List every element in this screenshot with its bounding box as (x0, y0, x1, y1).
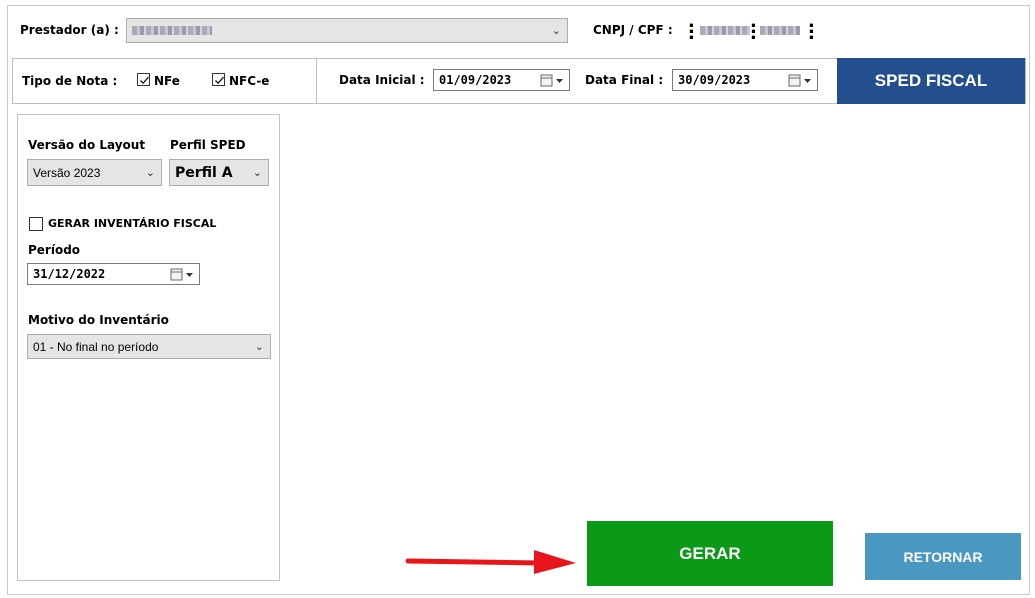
versao-select[interactable]: Versão 2023 ⌄ (27, 159, 162, 186)
periodo-picker[interactable]: 31/12/2022 (27, 263, 200, 285)
prestador-value-redacted (132, 24, 212, 38)
perfil-label: Perfil SPED (170, 138, 246, 152)
chevron-down-icon: ⌄ (254, 339, 264, 353)
data-inicial-picker[interactable]: 01/09/2023 (433, 69, 570, 91)
filter-divider (316, 58, 317, 104)
cnpj-value-redacted: ... ... ... (688, 11, 815, 44)
tipo-nota-label: Tipo de Nota : (22, 74, 118, 88)
inventario-checkbox[interactable] (29, 217, 43, 231)
data-final-picker[interactable]: 30/09/2023 (672, 69, 818, 91)
chevron-down-icon: ⌄ (551, 23, 561, 37)
nfe-checkbox[interactable] (137, 73, 150, 86)
chevron-down-icon: ⌄ (252, 165, 262, 179)
perfil-value: Perfil A (175, 164, 233, 181)
nfce-checkbox[interactable] (212, 73, 225, 86)
calendar-dropdown-icon[interactable] (540, 74, 566, 87)
inventario-label: GERAR INVENTÁRIO FISCAL (48, 217, 217, 230)
calendar-dropdown-icon[interactable] (788, 74, 814, 87)
red-arrow-annotation (405, 550, 576, 574)
sped-fiscal-title: SPED FISCAL (837, 58, 1025, 104)
gerar-button[interactable]: GERAR (587, 521, 833, 586)
motivo-value: 01 - No final no período (33, 339, 159, 354)
prestador-select[interactable]: ⌄ (126, 18, 568, 43)
data-final-label: Data Final : (585, 73, 664, 87)
chevron-down-icon: ⌄ (145, 165, 155, 179)
motivo-select[interactable]: 01 - No final no período ⌄ (27, 334, 271, 359)
periodo-label: Período (28, 243, 81, 257)
data-final-value: 30/09/2023 (678, 73, 751, 87)
perfil-select[interactable]: Perfil A ⌄ (169, 159, 269, 186)
periodo-value: 31/12/2022 (33, 267, 106, 281)
prestador-label: Prestador (a) : (20, 23, 119, 37)
versao-label: Versão do Layout (28, 138, 146, 152)
retornar-button[interactable]: RETORNAR (865, 533, 1021, 580)
calendar-dropdown-icon[interactable] (170, 268, 196, 281)
versao-value: Versão 2023 (33, 165, 101, 180)
nfe-label: NFe (154, 74, 180, 88)
data-inicial-label: Data Inicial : (339, 73, 425, 87)
nfce-label: NFC-e (229, 74, 270, 88)
data-inicial-value: 01/09/2023 (439, 73, 512, 87)
motivo-label: Motivo do Inventário (28, 313, 169, 327)
cnpj-label: CNPJ / CPF : (593, 23, 673, 37)
